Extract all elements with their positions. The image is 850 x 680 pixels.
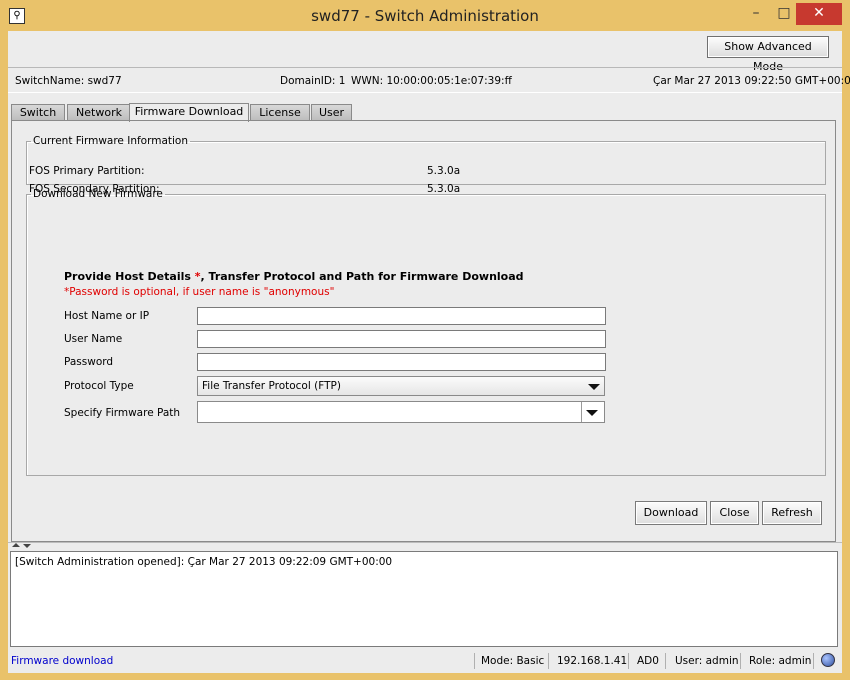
host-input[interactable] [197,307,606,325]
download-button[interactable]: Download [635,501,707,525]
switch-name: SwitchName: swd77 [15,75,122,87]
domain-id: DomainID: 1 [280,75,346,87]
chevron-down-icon [588,384,600,390]
current-firmware-group: Current Firmware Information FOS Primary… [26,135,826,195]
maximize-button[interactable]: □ [770,3,798,25]
tab-user[interactable]: User [311,104,352,121]
collapse-up-icon[interactable] [12,543,20,547]
status-separator [740,653,741,669]
minimize-button[interactable]: – [742,3,770,25]
status-separator [813,653,814,669]
status-user: User: admin [675,655,739,667]
protocol-type-label: Protocol Type [64,380,134,392]
form-heading-end: , Transfer Protocol and Path for Firmwar… [200,270,524,283]
switch-info-bar: SwitchName: swd77 DomainID: 1 WWN: 10:00… [8,67,850,93]
user-name-label: User Name [64,333,123,345]
status-mode: Mode: Basic [481,655,545,667]
form-heading: Provide Host Details *, Transfer Protoco… [64,270,524,283]
globe-icon [821,653,835,667]
status-separator [665,653,666,669]
host-label: Host Name or IP [64,310,150,322]
wwn: WWN: 10:00:00:05:1e:07:39:ff [351,75,512,87]
combo-divider [581,402,582,422]
window-title: swd77 - Switch Administration [311,7,539,25]
primary-partition-label: FOS Primary Partition: [29,165,145,177]
firmware-path-combo[interactable] [197,401,605,423]
status-separator [628,653,629,669]
chevron-down-icon[interactable] [586,410,598,416]
download-new-firmware-legend: Download New Firmware [33,188,163,200]
status-bar: Firmware download Mode: Basic 192.168.1.… [8,650,842,671]
client-area: Show Advanced Mode SwitchName: swd77 Dom… [8,31,850,673]
password-note: *Password is optional, if user name is "… [64,286,335,298]
password-label: Password [64,356,114,368]
status-role: Role: admin [749,655,812,667]
download-new-firmware-group: Download New Firmware Provide Host Detai… [26,188,826,476]
form-heading-start: Provide Host Details [64,270,195,283]
status-separator [548,653,549,669]
close-window-button[interactable]: ✕ [796,3,842,25]
current-firmware-legend: Current Firmware Information [33,135,189,147]
user-name-input[interactable] [197,330,606,348]
log-area[interactable]: [Switch Administration opened]: Çar Mar … [10,551,838,647]
status-separator [474,653,475,669]
password-input[interactable] [197,353,606,371]
tab-network[interactable]: Network [67,104,131,121]
tab-license[interactable]: License [250,104,310,121]
switch-datetime: Çar Mar 27 2013 09:22:50 GMT+00:00 [653,75,850,87]
protocol-type-value: File Transfer Protocol (FTP) [202,380,341,392]
show-advanced-mode-button[interactable]: Show Advanced Mode [707,36,829,73]
switch-admin-window: ⚲ swd77 - Switch Administration – □ ✕ Sh… [0,0,850,680]
firmware-path-label: Specify Firmware Path [64,407,181,419]
splitter[interactable] [8,542,842,551]
title-bar[interactable]: ⚲ swd77 - Switch Administration – □ ✕ [0,0,850,31]
status-message: Firmware download [11,655,114,667]
expand-down-icon[interactable] [23,544,31,548]
firmware-download-panel: Current Firmware Information FOS Primary… [11,120,836,542]
close-button[interactable]: Close [710,501,759,525]
tab-switch[interactable]: Switch [11,104,65,121]
status-ad: AD0 [637,655,659,667]
log-line: [Switch Administration opened]: Çar Mar … [15,556,393,568]
status-ip: 192.168.1.41 [557,655,628,667]
refresh-button[interactable]: Refresh [762,501,822,525]
primary-partition-value: 5.3.0a [427,165,461,177]
protocol-type-select[interactable]: File Transfer Protocol (FTP) [197,376,605,396]
